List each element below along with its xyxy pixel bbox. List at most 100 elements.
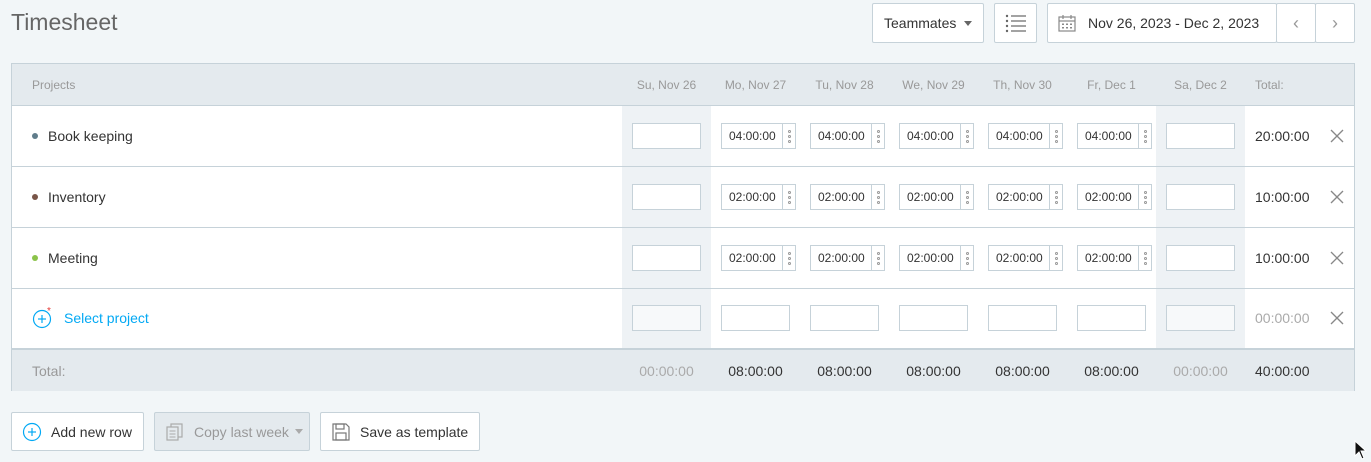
stepper-icon[interactable]	[782, 246, 795, 270]
project-color-dot	[32, 194, 38, 200]
time-input[interactable]	[632, 184, 701, 210]
select-project-button[interactable]: * Select project	[32, 288, 149, 348]
day-total: 08:00:00	[995, 363, 1050, 379]
time-input[interactable]: 02:00:00	[899, 245, 974, 271]
time-value: 04:00:00	[1085, 129, 1132, 143]
day-header: Sa, Dec 2	[1174, 78, 1227, 92]
stepper-icon[interactable]	[1049, 185, 1062, 209]
project-color-dot	[32, 255, 38, 261]
totals-label: Total:	[32, 363, 66, 379]
totals-row: Total: 00:00:00 08:00:00 08:00:00 08:00:…	[12, 349, 1354, 391]
stepper-icon[interactable]	[871, 246, 884, 270]
time-input[interactable]	[899, 305, 968, 331]
time-input[interactable]	[1077, 305, 1146, 331]
time-input[interactable]	[1166, 184, 1235, 210]
day-header: Tu, Nov 28	[815, 78, 874, 92]
time-input[interactable]: 04:00:00	[810, 123, 885, 149]
time-input[interactable]: 02:00:00	[721, 245, 796, 271]
time-value: 02:00:00	[729, 190, 776, 204]
time-input[interactable]: 04:00:00	[988, 123, 1063, 149]
copy-last-week-button[interactable]: Copy last week	[154, 412, 310, 451]
stepper-icon[interactable]	[1138, 185, 1151, 209]
total-header: Total:	[1255, 78, 1284, 92]
row-total: 10:00:00	[1255, 189, 1310, 205]
close-icon[interactable]	[1329, 310, 1345, 326]
prev-week-button[interactable]: ‹	[1276, 3, 1316, 43]
close-icon[interactable]	[1329, 189, 1345, 205]
time-input[interactable]	[721, 305, 790, 331]
caret-down-icon	[964, 20, 973, 26]
add-new-row-label: Add new row	[51, 423, 132, 440]
project-name: Meeting	[32, 228, 98, 288]
time-value: 02:00:00	[1085, 190, 1132, 204]
stepper-icon[interactable]	[782, 124, 795, 148]
copy-last-week-label: Copy last week	[194, 423, 289, 440]
time-input[interactable]	[1166, 305, 1235, 331]
stepper-icon[interactable]	[960, 185, 973, 209]
list-view-button[interactable]	[994, 3, 1037, 43]
time-value: 02:00:00	[907, 251, 954, 265]
copy-icon	[166, 422, 183, 441]
day-header: Su, Nov 26	[636, 78, 697, 92]
time-input[interactable]	[1166, 245, 1235, 271]
time-value: 02:00:00	[996, 251, 1043, 265]
day-header: Mo, Nov 27	[724, 78, 787, 92]
time-input[interactable]	[988, 305, 1057, 331]
day-total: 08:00:00	[906, 363, 961, 379]
stepper-icon[interactable]	[1138, 124, 1151, 148]
time-input[interactable]: 02:00:00	[988, 245, 1063, 271]
time-input[interactable]	[632, 305, 701, 331]
time-input[interactable]: 04:00:00	[1077, 123, 1152, 149]
time-input[interactable]: 02:00:00	[721, 184, 796, 210]
time-value: 02:00:00	[818, 251, 865, 265]
time-input[interactable]	[1166, 123, 1235, 149]
close-icon[interactable]	[1329, 250, 1345, 266]
time-value: 04:00:00	[907, 129, 954, 143]
teammates-dropdown[interactable]: Teammates	[872, 3, 984, 43]
date-range-picker[interactable]: Nov 26, 2023 - Dec 2, 2023	[1047, 3, 1277, 43]
time-input[interactable]	[810, 305, 879, 331]
time-input[interactable]: 04:00:00	[721, 123, 796, 149]
time-value: 02:00:00	[818, 190, 865, 204]
stepper-icon[interactable]	[782, 185, 795, 209]
time-input[interactable]: 02:00:00	[988, 184, 1063, 210]
close-icon[interactable]	[1329, 128, 1345, 144]
stepper-icon[interactable]	[1049, 246, 1062, 270]
add-project-icon: *	[32, 307, 52, 329]
stepper-icon[interactable]	[960, 124, 973, 148]
stepper-icon[interactable]	[1138, 246, 1151, 270]
save-as-template-button[interactable]: Save as template	[320, 412, 480, 451]
time-value: 02:00:00	[1085, 251, 1132, 265]
add-new-row-button[interactable]: Add new row	[11, 412, 144, 451]
page-title: Timesheet	[11, 9, 118, 35]
chevron-right-icon: ›	[1332, 12, 1338, 33]
stepper-icon[interactable]	[871, 185, 884, 209]
time-input[interactable]: 02:00:00	[810, 184, 885, 210]
time-input[interactable]	[632, 123, 701, 149]
time-input[interactable]: 02:00:00	[1077, 245, 1152, 271]
time-input[interactable]	[632, 245, 701, 271]
stepper-icon[interactable]	[871, 124, 884, 148]
save-icon	[332, 422, 350, 441]
table-header: Projects Su, Nov 26 Mo, Nov 27 Tu, Nov 2…	[12, 64, 1354, 106]
stepper-icon[interactable]	[1049, 124, 1062, 148]
time-input[interactable]: 02:00:00	[810, 245, 885, 271]
project-label: Meeting	[48, 250, 98, 266]
svg-text:*: *	[47, 307, 51, 317]
next-week-button[interactable]: ›	[1315, 3, 1355, 43]
select-project-label: Select project	[64, 310, 149, 326]
time-input[interactable]: 02:00:00	[899, 184, 974, 210]
day-total: 08:00:00	[817, 363, 872, 379]
day-header: Fr, Dec 1	[1087, 78, 1136, 92]
mouse-cursor-icon	[1354, 440, 1368, 460]
grand-total: 40:00:00	[1255, 363, 1310, 379]
save-as-template-label: Save as template	[360, 423, 469, 440]
new-row: * Select project 00:00:00	[12, 288, 1354, 349]
project-name: Book keeping	[32, 106, 133, 166]
time-input[interactable]: 04:00:00	[899, 123, 974, 149]
time-value: 02:00:00	[729, 251, 776, 265]
stepper-icon[interactable]	[960, 246, 973, 270]
day-total: 00:00:00	[639, 363, 694, 379]
time-input[interactable]: 02:00:00	[1077, 184, 1152, 210]
table-row: Inventory 02:00:00 02:00:00 02:00:00 02:00:0…	[12, 167, 1354, 228]
